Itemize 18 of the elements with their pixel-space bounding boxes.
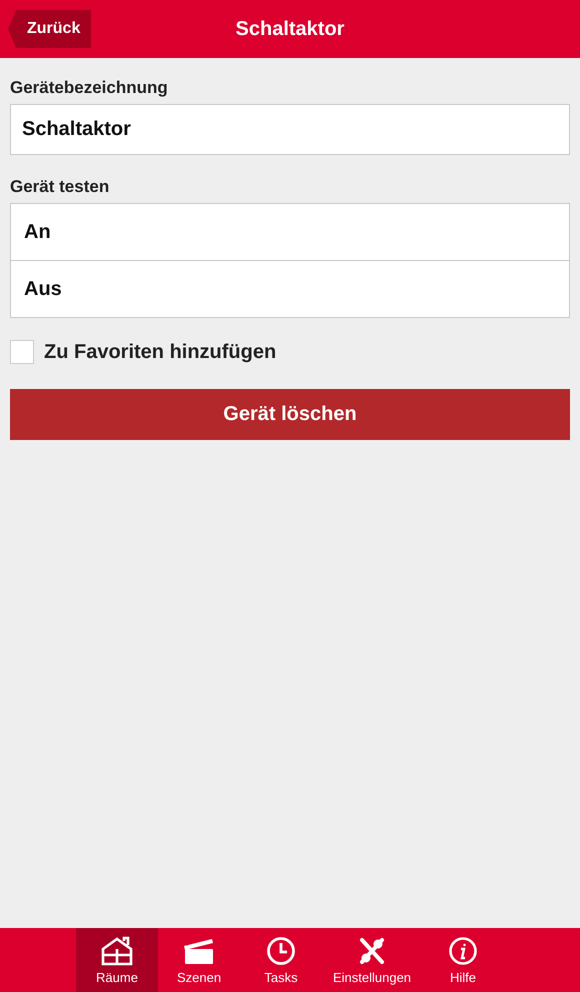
nav-tab[interactable]: Einstellungen	[322, 928, 422, 992]
back-button[interactable]: Zurück	[8, 10, 92, 48]
nav-tab[interactable]: Szenen	[158, 928, 240, 992]
option-item[interactable]: Aus	[11, 260, 569, 317]
field-label: Gerätebezeichnung	[10, 78, 169, 98]
nav-tab[interactable]: Hilfe	[422, 928, 504, 992]
info-icon	[448, 936, 478, 966]
option-item[interactable]: An	[11, 204, 569, 260]
section-label: Gerät testen	[10, 177, 110, 197]
clock-icon	[266, 936, 296, 966]
delete-button[interactable]: Gerät löschen	[10, 389, 570, 440]
name-field[interactable]: Schaltaktor	[10, 104, 570, 155]
page-title: Schaltaktor	[236, 18, 344, 40]
nav-tab[interactable]: Räume	[76, 928, 158, 992]
checkbox-label: Zu Favoriten hinzufügen	[44, 340, 276, 364]
nav-tab[interactable]: Tasks	[240, 928, 322, 992]
house-icon	[100, 936, 134, 966]
checkbox[interactable]	[10, 340, 34, 364]
